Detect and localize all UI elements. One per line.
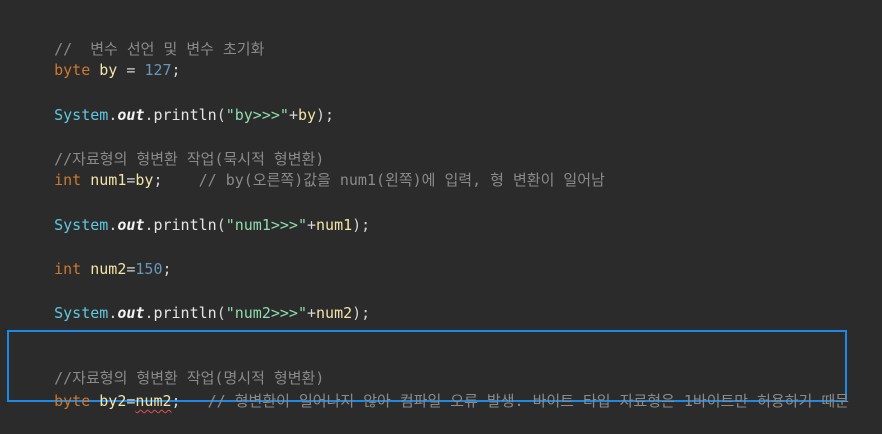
paren-open: ( — [216, 216, 226, 234]
operator: + — [288, 106, 298, 124]
static-field: out — [117, 216, 145, 234]
operator: + — [307, 216, 317, 234]
operator: + — [307, 304, 317, 322]
method-name: println — [153, 216, 217, 234]
dot: . — [108, 304, 118, 322]
static-field: out — [117, 304, 145, 322]
variable-name: by — [297, 106, 317, 124]
variable-name: num1 — [90, 171, 127, 189]
code-line-3: System.out.println("by>>>"+by); — [18, 82, 334, 124]
keyword: int — [54, 260, 82, 278]
semicolon: ; — [162, 260, 172, 278]
semicolon: ; — [171, 61, 181, 79]
method-name: println — [153, 304, 217, 322]
variable-name: by2 — [99, 392, 127, 410]
variable-name: num1 — [316, 216, 353, 234]
number-literal: 127 — [144, 61, 172, 79]
paren-close: ); — [352, 304, 371, 322]
operator: = — [117, 61, 145, 79]
comment: // 형변환이 일어나지 않아 컴파일 오류 발생. 바이트 타입 자료형은 1… — [207, 392, 849, 410]
variable-name: by — [135, 171, 154, 189]
code-line-7: int num2=150; — [18, 236, 171, 278]
code-line-6: System.out.println("num1>>>"+num1); — [18, 192, 370, 234]
number-literal: 150 — [135, 260, 163, 278]
paren-open: ( — [216, 304, 226, 322]
class-name: System — [54, 304, 109, 322]
method-name: println — [153, 106, 217, 124]
class-name: System — [54, 216, 109, 234]
code-line-10: byte by2=num2; // 형변환이 일어나지 않아 컴파일 오류 발생… — [18, 368, 849, 410]
code-line-2: byte by = 127; — [18, 37, 180, 79]
paren-close: ); — [352, 216, 371, 234]
class-name: System — [54, 106, 109, 124]
variable-name: by — [99, 61, 118, 79]
keyword: byte — [54, 61, 91, 79]
error-highlight[interactable]: num2 — [135, 392, 171, 410]
string-literal: "num2>>>" — [225, 304, 307, 322]
semicolon: ; — [171, 392, 181, 410]
code-line-4: //자료형의 형변환 작업(묵시적 형변환) — [18, 126, 324, 168]
paren-close: ); — [316, 106, 335, 124]
keyword: byte — [54, 392, 91, 410]
code-editor[interactable]: // 변수 선언 및 변수 초기화 byte by = 127; System.… — [0, 0, 882, 416]
variable-name: num2 — [316, 304, 353, 322]
string-literal: "num1>>>" — [225, 216, 307, 234]
variable-name: num2 — [90, 260, 127, 278]
keyword: int — [54, 171, 82, 189]
static-field: out — [117, 106, 145, 124]
string-literal: "by>>>" — [225, 106, 289, 124]
dot: . — [108, 216, 118, 234]
comment: // by(오른쪽)값을 num1(왼쪽)에 입력, 형 변환이 일어남 — [198, 171, 605, 189]
code-line-8: System.out.println("num2>>>"+num2); — [18, 280, 370, 322]
dot: . — [108, 106, 118, 124]
code-line-9: //자료형의 형변환 작업(명시적 형변환) — [18, 345, 324, 387]
semicolon: ; — [153, 171, 163, 189]
paren-open: ( — [216, 106, 226, 124]
code-line-5: int num1=by; // by(오른쪽)값을 num1(왼쪽)에 입력, … — [18, 147, 605, 189]
code-line-1: // 변수 선언 및 변수 초기화 — [18, 16, 264, 58]
